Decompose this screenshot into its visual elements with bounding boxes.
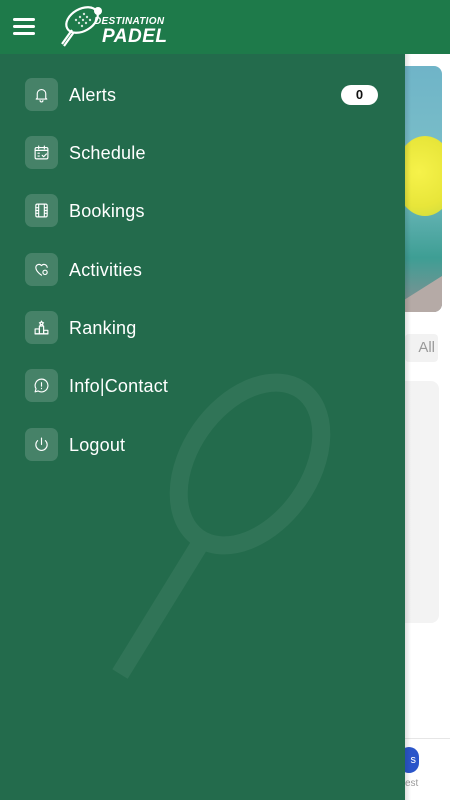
- menu-item-schedule[interactable]: Schedule: [25, 136, 385, 170]
- menu-item-ranking[interactable]: Ranking: [25, 311, 385, 345]
- menu-item-label: Logout: [69, 435, 126, 455]
- menu-item-label: Ranking: [69, 318, 137, 338]
- alerts-count-badge: 0: [341, 85, 378, 105]
- heart-gear-icon: [25, 253, 58, 286]
- menu-item-activities[interactable]: Activities: [25, 253, 385, 287]
- logo-wordmark-bottom: PADEL: [102, 26, 168, 47]
- power-icon: [25, 428, 58, 461]
- menu-item-bookings[interactable]: Bookings: [25, 194, 385, 228]
- menu-item-label: Activities: [69, 260, 143, 280]
- calendar-check-icon: [25, 136, 58, 169]
- menu-item-info-contact[interactable]: Info|Contact: [25, 369, 385, 403]
- racket-watermark-icon: [112, 373, 331, 679]
- top-app-bar: DESTINATION PADEL: [0, 0, 450, 54]
- menu-item-label: Alerts: [69, 85, 117, 105]
- navigation-drawer: Alerts 0 Schedule Bookings Activities Ra…: [0, 54, 405, 800]
- drawer-edge-shadow: [405, 54, 411, 800]
- bell-icon: [25, 78, 58, 111]
- app-logo: DESTINATION PADEL: [58, 4, 178, 50]
- hamburger-menu-icon[interactable]: [13, 18, 35, 36]
- menu-item-label: Info|Contact: [69, 376, 169, 396]
- podium-icon: [25, 311, 58, 344]
- film-strip-icon: [25, 194, 58, 227]
- background-page: All s est: [405, 54, 450, 800]
- menu-item-alerts[interactable]: Alerts 0: [25, 78, 385, 112]
- menu-item-logout[interactable]: Logout: [25, 428, 385, 462]
- bottom-nav-divider: [405, 738, 450, 739]
- menu-item-label: Bookings: [69, 201, 145, 221]
- menu-item-label: Schedule: [69, 143, 146, 163]
- chat-info-icon: [25, 369, 58, 402]
